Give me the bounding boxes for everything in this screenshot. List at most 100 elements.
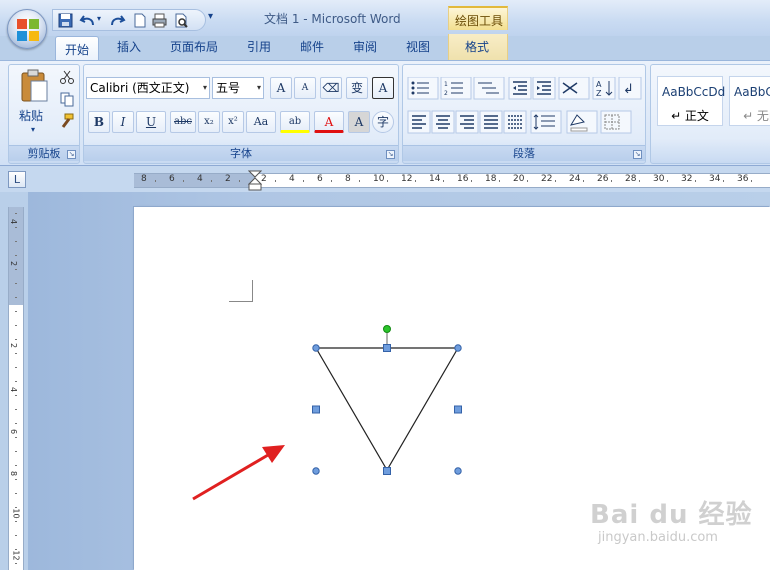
ruler-tick [639,180,640,182]
vertical-ruler[interactable]: 4 2 2 4 6 8 10 12 [8,207,24,570]
font-launcher-icon[interactable]: ↘ [386,150,395,159]
ruler-number: 34 [709,174,721,184]
print-icon[interactable] [151,12,168,29]
strikethrough-button[interactable]: abc [170,111,196,133]
clear-format-icon[interactable]: ⌫ [320,77,342,99]
ruler-number: 12 [11,550,21,561]
tab-review[interactable]: 审阅 [353,38,377,55]
align-left-icon[interactable] [407,110,431,134]
paste-button[interactable]: 粘贴 ▾ [13,69,55,139]
align-center-icon[interactable] [431,110,455,134]
clipboard-group: 粘贴 ▾ 剪贴板 ↘ [8,64,80,164]
clipboard-launcher-icon[interactable]: ↘ [67,150,76,159]
justify-icon[interactable] [479,110,503,134]
ruler-tick [387,180,388,182]
grow-font-button[interactable]: A [270,77,292,99]
ruler-tick [15,241,17,242]
increase-indent-icon[interactable] [532,77,556,100]
save-icon[interactable] [57,12,74,29]
office-button[interactable] [7,9,47,49]
ruler-tick [15,311,17,312]
horizontal-ruler[interactable]: 8 6 4 2 2 4 6 8 10 12 14 16 18 20 22 24 26 28 30 32 34 36 [134,170,770,191]
indent-marker-icon[interactable] [248,170,262,192]
enclose-characters-button[interactable]: 字 [372,111,394,133]
window-title: 文档 1 - Microsoft Word [264,12,401,26]
tab-page-layout[interactable]: 页面布局 [170,38,218,55]
shrink-font-button[interactable]: A [294,77,316,99]
ruler-tick [415,180,416,182]
styles-group: AaBbCcDd ↵ 正文 AaBbC ↵ 无间 [650,64,770,164]
ruler-number: 4 [9,218,19,225]
character-shading-button[interactable]: A [348,111,370,133]
highlight-button[interactable]: ab [280,111,310,133]
paragraph-launcher-icon[interactable]: ↘ [633,150,642,159]
format-painter-icon[interactable] [59,113,75,129]
bullets-icon[interactable] [407,77,439,100]
new-document-icon[interactable] [131,12,148,29]
font-group-label: 字体 [84,145,398,161]
tab-references[interactable]: 引用 [247,38,271,55]
ruler-tick [15,563,17,564]
tab-view[interactable]: 视图 [406,38,430,55]
ruler-tick [723,180,724,182]
font-size-combo[interactable]: 五号 ▾ [212,77,264,99]
line-spacing-icon[interactable] [530,110,562,134]
copy-icon[interactable] [59,91,75,107]
ruler-bar: L 8 6 4 2 2 4 6 8 10 12 14 16 18 20 22 24 26 28 30 32 34 36 [0,166,770,192]
paste-label: 粘贴 [19,109,44,123]
multilevel-list-icon[interactable] [473,77,505,100]
italic-button[interactable]: I [112,111,134,133]
ruler-tick [471,180,472,182]
ruler-tick [15,549,17,550]
style-no-spacing[interactable]: AaBbC ↵ 无间 [729,76,770,126]
cut-icon[interactable] [59,69,75,85]
ruler-tick [15,325,17,326]
ruler-number: 26 [597,174,609,184]
phonetic-guide-button[interactable]: 变 [346,77,368,99]
ruler-tick [443,180,444,182]
ruler-tick [183,180,184,182]
decrease-indent-icon[interactable] [508,77,532,100]
tab-insert[interactable]: 插入 [117,38,141,55]
borders-icon[interactable] [600,110,632,134]
subscript-button[interactable]: x₂ [198,111,220,133]
numbering-icon[interactable]: 12 [440,77,472,100]
font-name-combo[interactable]: Calibri (西文正文) ▾ [86,77,210,99]
redo-icon[interactable] [109,12,126,29]
undo-dropdown-icon[interactable]: ▾ [97,14,101,23]
ruler-number: 2 [9,260,19,267]
shading-icon[interactable] [566,110,598,134]
distribute-icon[interactable] [503,110,527,134]
style-sample: AaBbC [734,85,770,99]
style-normal[interactable]: AaBbCcDd ↵ 正文 [657,76,725,126]
bold-button[interactable]: B [88,111,110,133]
font-color-button[interactable]: A [314,111,344,133]
ruler-number: 24 [569,174,581,184]
tab-mailings[interactable]: 邮件 [300,38,324,55]
tab-home[interactable]: 开始 [55,36,99,62]
ruler-tick [15,213,17,214]
ruler-number: 8 [345,174,351,184]
superscript-button[interactable]: x² [222,111,244,133]
customize-qat-icon[interactable]: ▾ [208,11,213,22]
paragraph-group-label: 段落 [403,145,645,161]
print-preview-icon[interactable] [173,12,190,29]
sort-icon[interactable]: AZ [592,77,616,100]
change-case-button[interactable]: Aa [246,111,276,133]
paste-dropdown-icon: ▾ [31,125,36,134]
ruler-tick [303,180,304,182]
show-marks-icon[interactable]: ↲ [618,77,642,100]
tab-format[interactable]: 格式 [465,38,489,55]
tab-selector-button[interactable]: L [8,171,26,188]
ruler-tick [15,465,17,466]
ruler-number: 12 [401,174,413,184]
font-name-dropdown-icon: ▾ [202,83,207,92]
align-right-icon[interactable] [455,110,479,134]
chinese-layout-icon[interactable] [558,77,590,100]
ruler-tick [15,283,17,284]
ruler-tick [15,535,17,536]
character-border-button[interactable]: A [372,77,394,99]
undo-icon[interactable] [79,12,96,29]
margin-corner-mark [229,280,253,302]
underline-button[interactable]: U [136,111,166,133]
